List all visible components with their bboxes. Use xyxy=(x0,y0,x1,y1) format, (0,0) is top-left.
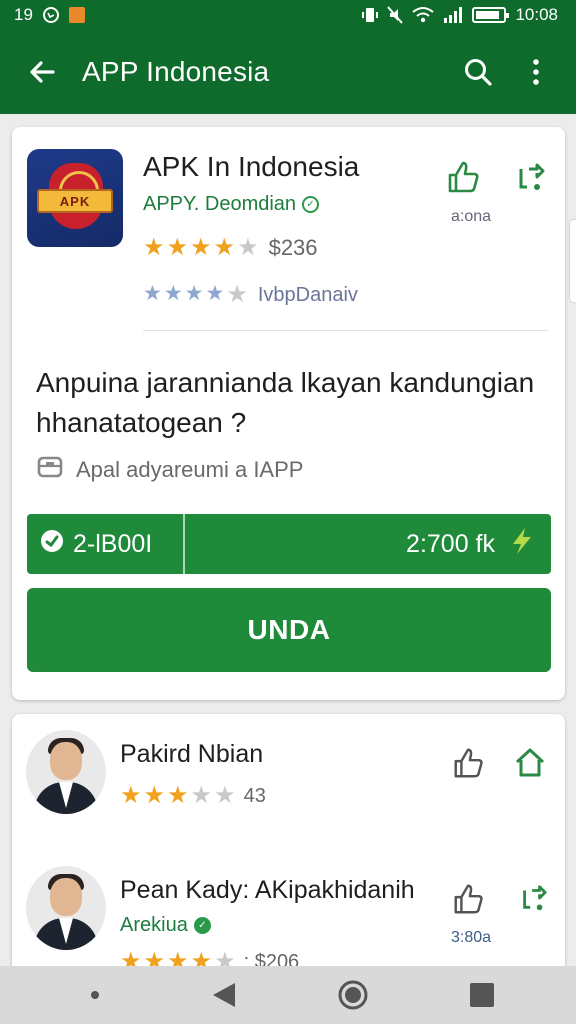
avatar xyxy=(26,730,106,814)
star-icon: ★ xyxy=(167,782,189,809)
star-icon: ★ xyxy=(214,782,236,809)
whatsapp-icon xyxy=(42,6,60,24)
list-item[interactable]: Pean Kady: AKipakhidanih Arekiua ✓ ★ ★ ★ ★ ★… xyxy=(12,850,565,980)
meta-row: Apal adyareumi a IAPP xyxy=(36,453,303,487)
app-logo[interactable]: APK xyxy=(27,149,123,247)
size-stat: 2:700 fk xyxy=(185,514,551,574)
star-icon: ★ xyxy=(143,782,166,809)
secondary-star-rating: ★ ★ ★ ★ ★ xyxy=(143,283,248,307)
app-bar: APP Indonesia xyxy=(0,30,576,114)
downloads-stat: 2-lB00I xyxy=(27,514,185,574)
star-icon: ★ xyxy=(184,282,204,305)
related-apps-card: Pakird Nbian ★ ★ ★ ★ ★ 43 Pean Kady: AKipakh… xyxy=(12,714,565,994)
status-time-left: 19 xyxy=(14,5,33,24)
meta-text: Apal adyareumi a IAPP xyxy=(76,457,304,482)
developer-label: APPY. Deomdian xyxy=(143,193,297,215)
list-item-actions: 3:80a xyxy=(451,882,547,947)
star-icon: ★ xyxy=(190,234,212,261)
home-icon[interactable] xyxy=(513,746,547,785)
app-name: APK In Indonesia xyxy=(143,151,360,182)
install-button[interactable]: UNDA xyxy=(27,588,551,672)
mute-icon xyxy=(387,6,404,24)
page-title: APP Indonesia xyxy=(82,56,270,87)
star-icon: ★ xyxy=(143,234,165,261)
size-value: 2:700 fk xyxy=(406,529,495,558)
share-icon[interactable] xyxy=(519,882,547,921)
list-item-developer: Arekiua ✓ xyxy=(120,914,211,937)
developer-label: Arekiua xyxy=(120,914,188,936)
star-icon: ★ xyxy=(120,782,142,809)
stats-bar: 2-lB00I 2:700 fk xyxy=(27,514,551,574)
star-icon: ★ xyxy=(237,234,259,261)
app-description: Anpuina jarannianda lkayan kandungian hh… xyxy=(36,367,535,438)
list-item-name: Pean Kady: AKipakhidanih xyxy=(120,876,415,904)
list-item[interactable]: Pakird Nbian ★ ★ ★ ★ ★ 43 xyxy=(12,714,565,844)
share-icon[interactable] xyxy=(515,161,545,198)
star-rating: ★ ★ ★ ★ ★ xyxy=(143,236,259,260)
secondary-label: IvbpDanaiv xyxy=(257,283,358,306)
status-time-right: 10:08 xyxy=(515,5,558,24)
star-icon: ★ xyxy=(226,281,248,308)
check-circle-icon xyxy=(39,528,65,561)
star-icon: ★ xyxy=(143,282,162,305)
more-vert-icon[interactable] xyxy=(514,50,558,94)
star-icon: ★ xyxy=(163,282,183,305)
battery-icon xyxy=(472,7,510,23)
side-actions: a:ona xyxy=(445,159,545,226)
storage-icon xyxy=(36,453,64,487)
star-icon: ★ xyxy=(213,234,236,261)
star-icon: ★ xyxy=(205,282,225,305)
nav-recents-icon[interactable] xyxy=(452,970,512,1020)
verified-icon: ✓ xyxy=(302,196,320,213)
star-icon: ★ xyxy=(190,782,213,809)
secondary-rating-row: ★ ★ ★ ★ ★ IvbpDanaiv xyxy=(143,283,358,307)
downloads-value: 2-lB00I xyxy=(73,529,153,558)
app-notification-icon xyxy=(68,7,85,23)
arrow-left-icon[interactable] xyxy=(22,52,62,92)
system-nav-bar xyxy=(0,966,576,1024)
avatar xyxy=(26,866,106,950)
list-item-name: Pakird Nbian xyxy=(120,740,264,768)
featured-app-card[interactable]: APK APK In Indonesia APPY. Deomdian ✓ ★ ★… xyxy=(12,127,565,700)
app-logo-banner: APK xyxy=(37,189,113,213)
nav-back-icon[interactable] xyxy=(194,970,254,1020)
rating-row: ★ ★ ★ ★ ★ $236 xyxy=(143,235,318,261)
star-rating: ★ ★ ★ ★ ★ xyxy=(120,784,236,808)
bolt-icon xyxy=(507,526,537,563)
signal-icon xyxy=(443,6,463,24)
vibrate-icon xyxy=(362,6,379,24)
wifi-icon xyxy=(412,6,435,24)
thumbs-up-icon[interactable] xyxy=(445,159,481,200)
dot-icon[interactable] xyxy=(65,970,125,1020)
star-icon: ★ xyxy=(166,234,189,261)
search-icon[interactable] xyxy=(456,50,500,94)
divider xyxy=(143,330,548,331)
list-item-actions xyxy=(451,746,547,785)
list-item-rating: ★ ★ ★ ★ ★ 43 xyxy=(120,784,266,808)
nav-home-icon[interactable] xyxy=(323,970,383,1020)
thumbs-up-icon[interactable] xyxy=(451,882,485,921)
developer-name[interactable]: APPY. Deomdian ✓ xyxy=(143,193,320,216)
share-count: a:ona xyxy=(451,208,492,225)
thumbs-up-icon[interactable] xyxy=(451,746,485,785)
status-bar: 19 10:08 xyxy=(0,0,576,30)
list-item-rating-text: 43 xyxy=(243,784,266,807)
price-label: $236 xyxy=(268,235,318,260)
share-count: 3:80a xyxy=(451,929,492,946)
verified-icon: ✓ xyxy=(193,917,211,934)
edge-panel-handle[interactable] xyxy=(570,220,576,302)
